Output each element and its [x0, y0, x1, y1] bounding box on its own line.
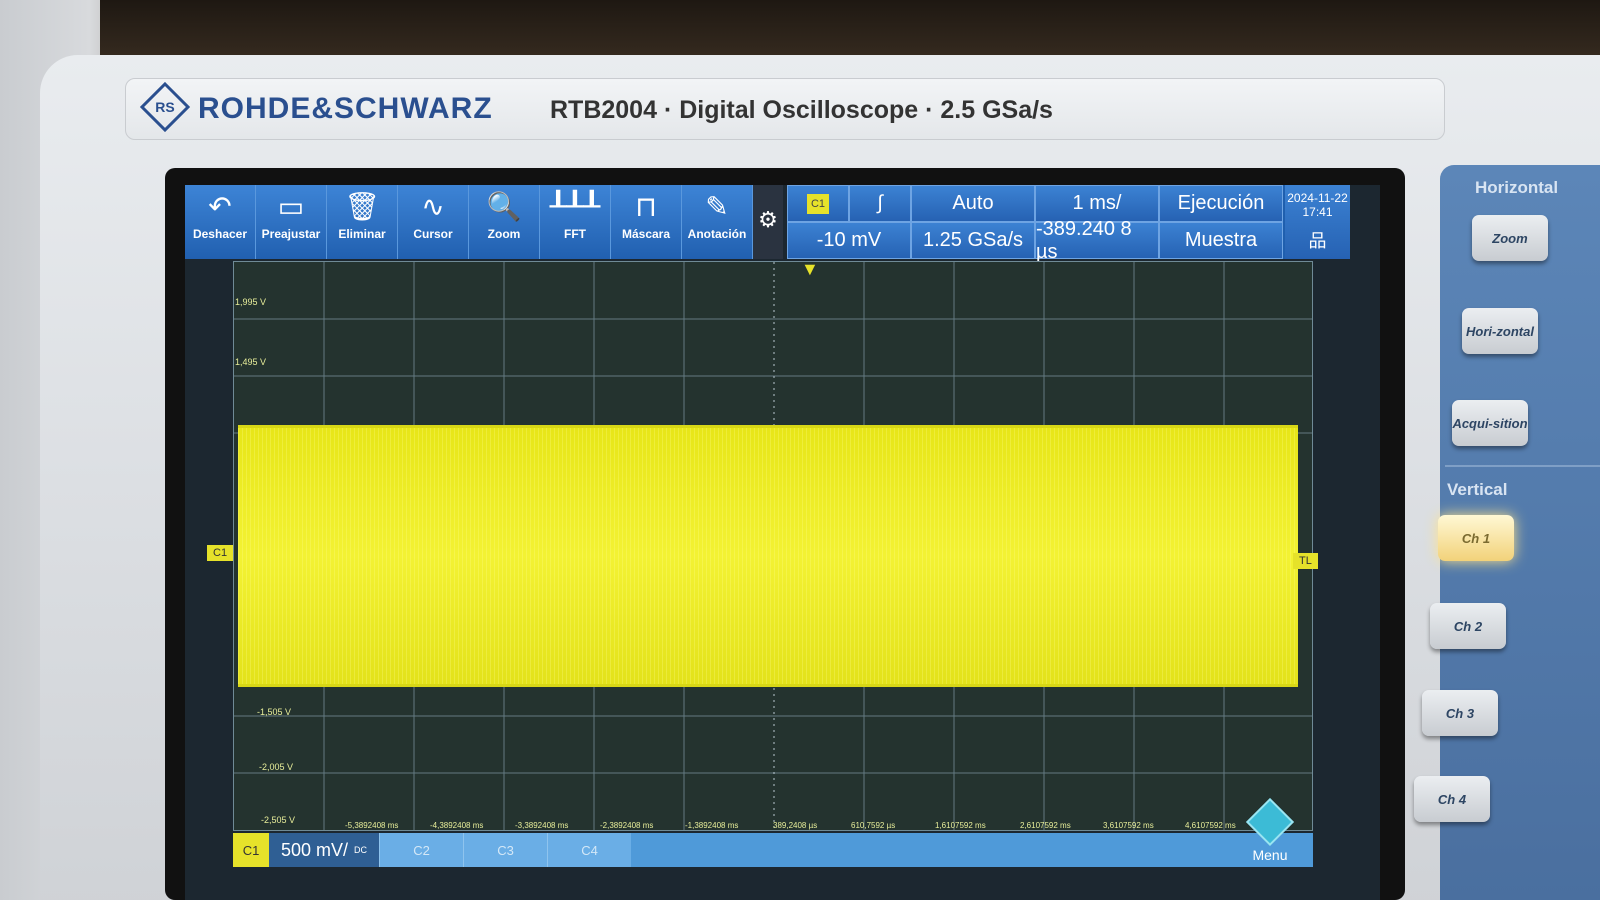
fft-button[interactable]: ┸┸┸ FFT [540, 185, 611, 259]
t-label-9: 2,6107592 ms [1020, 821, 1071, 830]
t-label-2: -4,3892408 ms [430, 821, 484, 830]
v-label-2: 1,495 V [235, 357, 267, 367]
brand-name: ROHDE&SCHWARZ [198, 92, 493, 125]
channel1-waveform [238, 425, 1298, 687]
pencil-icon: ✎ [705, 191, 729, 222]
cursor-button[interactable]: ∿ Cursor [398, 185, 469, 259]
ch3-hw-button[interactable]: Ch 3 [1422, 690, 1498, 736]
run-state[interactable]: Ejecución [1159, 185, 1283, 222]
channel1-coupling: DC [354, 845, 368, 855]
mask-icon: ⊓ [635, 191, 657, 222]
fft-icon: ┸┸┸ [549, 191, 601, 222]
t-label-7: 610,7592 µs [851, 821, 896, 830]
channel1-scale-value: 500 mV/ [280, 839, 349, 860]
date-time-cell: 2024-11-22 17:41 品 [1285, 185, 1350, 259]
model-label: RTB2004 · Digital Oscilloscope · 2.5 GSa… [550, 96, 1053, 124]
trigger-level[interactable]: -10 mV [787, 222, 911, 259]
channel2-tab[interactable]: C2 [379, 833, 463, 867]
preset-icon: ▭ [277, 191, 305, 222]
t-label-8: 1,6107592 ms [935, 821, 986, 830]
zoom-hw-button[interactable]: Zoom [1472, 215, 1548, 261]
acquisition-hw-button[interactable]: Acqui-sition [1452, 400, 1528, 446]
acquisition-mode[interactable]: Muestra [1159, 222, 1283, 259]
panel-divider [1445, 465, 1600, 467]
channel4-tab[interactable]: C4 [547, 833, 631, 867]
cursor-label: Cursor [413, 227, 453, 241]
trigger-source-cell[interactable]: C1 [787, 185, 849, 222]
horizontal-position[interactable]: -389.240 8 µs [1035, 218, 1159, 263]
cursor-icon: ∿ [421, 191, 445, 222]
undo-icon: ↶ [208, 191, 232, 222]
t-label-6: 389,2408 µs [773, 821, 818, 830]
horizontal-hw-button[interactable]: Hori-zontal [1462, 308, 1538, 354]
trigger-panel: C1 ∫ Auto 1 ms/ Ejecución -10 mV 1.25 GS… [787, 185, 1285, 263]
channel1-scale[interactable]: 500 mV/ DC [269, 833, 379, 867]
t-label-3: -3,3892408 ms [515, 821, 569, 830]
t-label-4: -2,3892408 ms [600, 821, 654, 830]
timebase[interactable]: 1 ms/ [1035, 185, 1159, 222]
vertical-section-title: Vertical [1447, 480, 1508, 499]
time: 17:41 [1302, 205, 1333, 219]
annotation-button[interactable]: ✎ Anotación [682, 185, 753, 259]
ch2-hw-button[interactable]: Ch 2 [1430, 603, 1506, 649]
oscilloscope-screen: ↶ Deshacer ▭ Preajustar 🗑 Eliminar ∿ Cur… [185, 185, 1380, 900]
rising-edge-icon: ∫ [877, 192, 883, 214]
menu-icon [1245, 797, 1295, 847]
menu-label: Menu [1252, 847, 1288, 863]
mask-label: Máscara [621, 227, 671, 241]
toolbar: ↶ Deshacer ▭ Preajustar 🗑 Eliminar ∿ Cur… [185, 185, 783, 259]
annotation-label: Anotación [687, 227, 747, 241]
v-label-4: -2,005 V [259, 762, 294, 772]
preset-label: Preajustar [261, 227, 321, 241]
trigger-position-icon[interactable]: ▼ [801, 259, 819, 280]
v-label-5: -2,505 V [261, 815, 296, 825]
zoom-icon: 🔍 [486, 191, 522, 222]
horizontal-section-title: Horizontal [1475, 178, 1559, 197]
settings-gear-button[interactable]: ⚙ [753, 185, 783, 259]
menu-button[interactable]: Menu [1245, 797, 1295, 863]
zoom-button[interactable]: 🔍 Zoom [469, 185, 540, 259]
date: 2024-11-22 [1287, 191, 1348, 205]
undo-button[interactable]: ↶ Deshacer [185, 185, 256, 259]
preset-button[interactable]: ▭ Preajustar [256, 185, 327, 259]
trigger-level-marker[interactable]: TL [1293, 553, 1318, 569]
channel1-offset-marker[interactable]: C1 [207, 545, 234, 561]
channel1-tab[interactable]: C1 [233, 833, 269, 867]
mask-button[interactable]: ⊓ Máscara [611, 185, 682, 259]
gear-icon: ⚙ [758, 207, 778, 232]
rohde-schwarz-logo: RS [140, 82, 190, 132]
t-label-5: -1,3892408 ms [685, 821, 739, 830]
svg-text:RS: RS [155, 99, 174, 115]
zoom-label: Zoom [487, 227, 521, 241]
delete-label: Eliminar [338, 227, 386, 241]
trigger-source: C1 [807, 193, 829, 214]
t-label-1: -5,3892408 ms [345, 821, 399, 830]
sample-rate[interactable]: 1.25 GSa/s [911, 222, 1035, 259]
ch4-hw-button[interactable]: Ch 4 [1414, 776, 1490, 822]
network-icon: 品 [1308, 231, 1327, 251]
t-label-11: 4,6107592 ms [1185, 821, 1236, 830]
fft-label: FFT [564, 227, 586, 241]
v-label-3: -1,505 V [257, 707, 292, 717]
trash-icon: 🗑 [344, 191, 380, 222]
v-label-1: 1,995 V [235, 297, 267, 307]
trigger-mode[interactable]: Auto [911, 185, 1035, 222]
channel-bar: C1 500 mV/ DC C2 C3 C4 [233, 833, 1313, 867]
channel3-tab[interactable]: C3 [463, 833, 547, 867]
trigger-slope-cell[interactable]: ∫ [849, 185, 911, 222]
ch1-hw-button[interactable]: Ch 1 [1438, 515, 1514, 561]
t-label-10: 3,6107592 ms [1103, 821, 1154, 830]
delete-button[interactable]: 🗑 Eliminar [327, 185, 398, 259]
undo-label: Deshacer [192, 227, 248, 241]
